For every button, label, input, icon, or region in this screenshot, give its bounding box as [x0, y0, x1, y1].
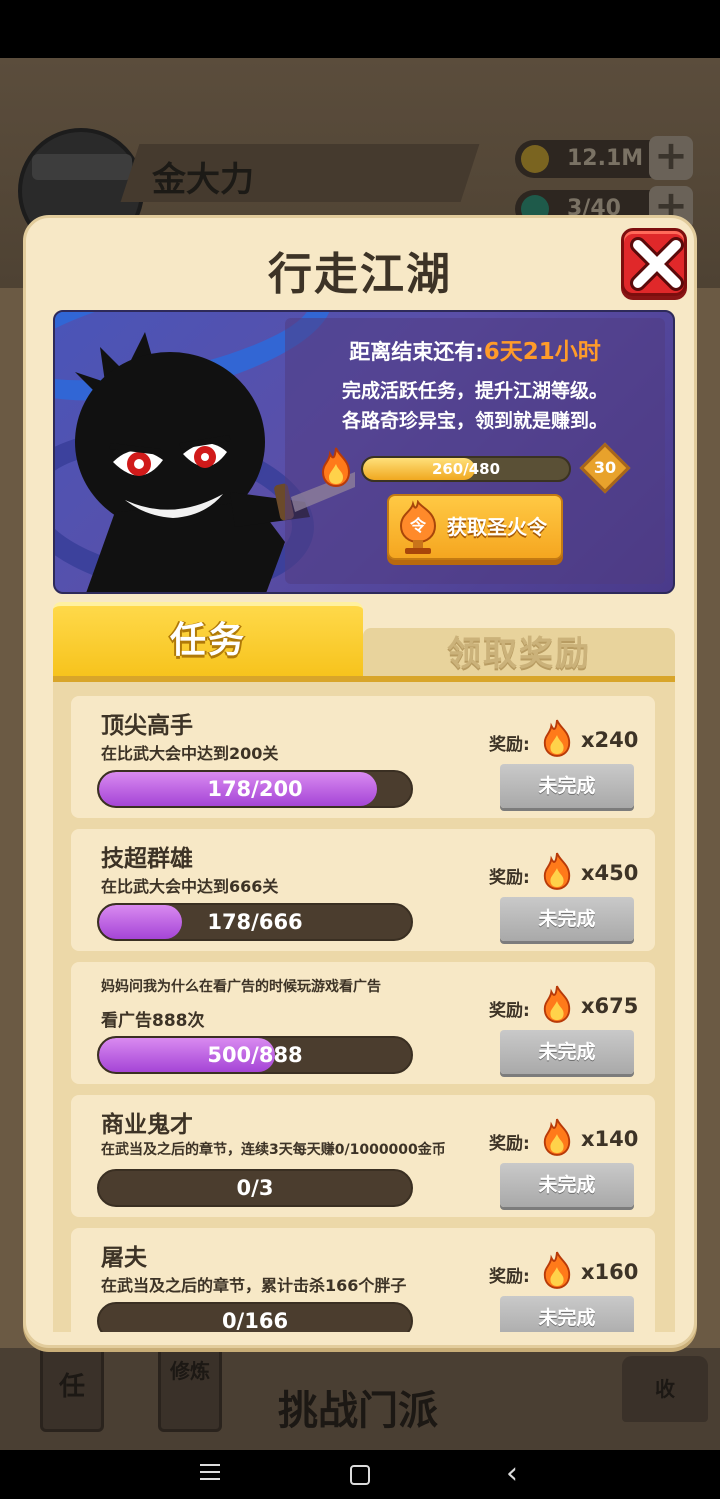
level-value: 30	[593, 458, 617, 477]
back-button[interactable]: ‹	[492, 1456, 532, 1494]
task-desc: 在武当及之后的章节，连续3天每天赚0/1000000金币	[101, 1142, 446, 1158]
flame-icon	[543, 719, 571, 757]
close-icon	[630, 237, 684, 291]
player-name: 金大力	[152, 160, 254, 200]
reward-amount: x675	[581, 994, 639, 1018]
add-gold-button[interactable]: +	[649, 136, 693, 180]
task-progress-text: 0/3	[236, 1176, 274, 1200]
flame-icon	[543, 852, 571, 890]
bottom-tab-train[interactable]: 修炼	[128, 1340, 248, 1440]
status-bar	[0, 0, 720, 58]
task-item: 屠夫 在武当及之后的章节，累计击杀166个胖子 0/166 奖励: x160 未…	[71, 1228, 655, 1332]
event-desc-line2: 各路奇珍异宝，领到就是赚到。	[341, 410, 608, 432]
task-desc: 在比武大会中达到666关	[101, 877, 279, 896]
reward-label: 奖励:	[489, 735, 530, 755]
task-desc: 在武当及之后的章节，累计击杀166个胖子	[101, 1276, 407, 1295]
close-button[interactable]	[621, 228, 687, 296]
task-name: 屠夫	[101, 1245, 147, 1271]
task-status-button[interactable]: 未完成	[500, 897, 634, 941]
task-status-button[interactable]: 未完成	[500, 1030, 634, 1074]
get-fire-token-label: 获取圣火令	[447, 515, 547, 539]
task-status-button[interactable]: 未完成	[500, 1296, 634, 1332]
countdown-label: 距离结束还有:	[349, 340, 484, 364]
reward-amount: x450	[581, 861, 639, 885]
task-progress-bar: 500/888	[97, 1036, 413, 1074]
event-countdown: 距离结束还有:6天21小时	[285, 332, 665, 366]
task-status-button[interactable]: 未完成	[500, 764, 634, 808]
game-screen: 金大力 12.1M + 3/40 + 任 修炼 挑战门派 收 行走江湖 距离结束…	[0, 0, 720, 1499]
task-progress-text: 178/200	[207, 777, 303, 801]
jianghu-xp-bar: 260/480	[361, 456, 571, 482]
task-progress-text: 0/166	[221, 1309, 289, 1332]
reward-amount: x160	[581, 1260, 639, 1284]
challenge-sect-button[interactable]: 挑战门派	[278, 1378, 438, 1436]
task-progress-text: 500/888	[207, 1043, 303, 1067]
gold-value: 12.1M	[567, 146, 644, 171]
coin-icon	[521, 145, 549, 173]
task-name: 妈妈问我为什么在看广告的时候玩游戏看广告	[101, 979, 381, 995]
svg-text:令: 令	[409, 516, 427, 535]
reward-amount: x140	[581, 1127, 639, 1151]
task-progress-bar: 178/200	[97, 770, 413, 808]
event-banner: 距离结束还有:6天21小时 完成活跃任务，提升江湖等级。 各路奇珍异宝，领到就是…	[53, 310, 675, 594]
modal-title: 行走江湖	[268, 249, 452, 300]
task-name: 顶尖高手	[101, 713, 193, 739]
bottom-tab-task[interactable]: 任	[10, 1340, 130, 1440]
task-desc: 看广告888次	[101, 1011, 205, 1031]
get-fire-token-button[interactable]: 令 获取圣火令	[387, 494, 563, 560]
task-item: 妈妈问我为什么在看广告的时候玩游戏看广告 看广告888次 500/888 奖励:…	[71, 962, 655, 1084]
task-list[interactable]: 顶尖高手 在比武大会中达到200关 178/200 奖励: x240 未完成 技…	[53, 682, 675, 1332]
task-item: 顶尖高手 在比武大会中达到200关 178/200 奖励: x240 未完成	[71, 696, 655, 818]
reward-label: 奖励:	[489, 1267, 530, 1287]
reward-amount: x240	[581, 728, 639, 752]
home-button[interactable]	[340, 1456, 380, 1494]
reward-label: 奖励:	[489, 1134, 530, 1154]
task-status-button[interactable]: 未完成	[500, 1163, 634, 1207]
tab-claim-rewards[interactable]: 领取奖励	[363, 628, 675, 680]
reward-label: 奖励:	[489, 1001, 530, 1021]
flame-icon	[543, 985, 571, 1023]
task-name: 商业鬼才	[101, 1112, 193, 1138]
collect-house-button[interactable]: 收	[622, 1356, 708, 1422]
train-tab-label: 修炼	[158, 1340, 222, 1432]
tab-tasks[interactable]: 任务	[53, 602, 363, 680]
task-progress-text: 178/666	[207, 910, 303, 934]
recent-apps-button[interactable]	[190, 1456, 230, 1494]
countdown-value: 6天21小时	[483, 339, 601, 365]
tab-claim-rewards-label: 领取奖励	[447, 634, 591, 674]
tab-tasks-label: 任务	[169, 620, 246, 661]
flame-icon	[543, 1118, 571, 1156]
banner-info-panel: 距离结束还有:6天21小时 完成活跃任务，提升江湖等级。 各路奇珍异宝，领到就是…	[285, 318, 665, 584]
xp-text: 260/480	[431, 460, 501, 478]
task-tab-label: 任	[40, 1340, 104, 1432]
task-item: 商业鬼才 在武当及之后的章节，连续3天每天赚0/1000000金币 0/3 奖励…	[71, 1095, 655, 1217]
task-desc: 在比武大会中达到200关	[101, 744, 279, 763]
task-progress-bar: 0/166	[97, 1302, 413, 1332]
task-progress-bar: 0/3	[97, 1169, 413, 1207]
flame-icon	[321, 447, 351, 488]
event-desc-line1: 完成活跃任务，提升江湖等级。	[341, 380, 608, 402]
system-nav-bar: ‹	[0, 1450, 720, 1499]
gold-counter: 12.1M +	[515, 136, 693, 180]
flame-icon	[543, 1251, 571, 1289]
task-progress-bar: 178/666	[97, 903, 413, 941]
fire-token-icon: 令	[399, 500, 437, 554]
jianghu-modal: 行走江湖 距离结束还有:6天21小时 完成活跃任务，提升江湖等级。 各路奇珍异宝…	[23, 215, 697, 1348]
task-item: 技超群雄 在比武大会中达到666关 178/666 奖励: x450 未完成	[71, 829, 655, 951]
reward-label: 奖励:	[489, 868, 530, 888]
task-name: 技超群雄	[101, 846, 193, 872]
